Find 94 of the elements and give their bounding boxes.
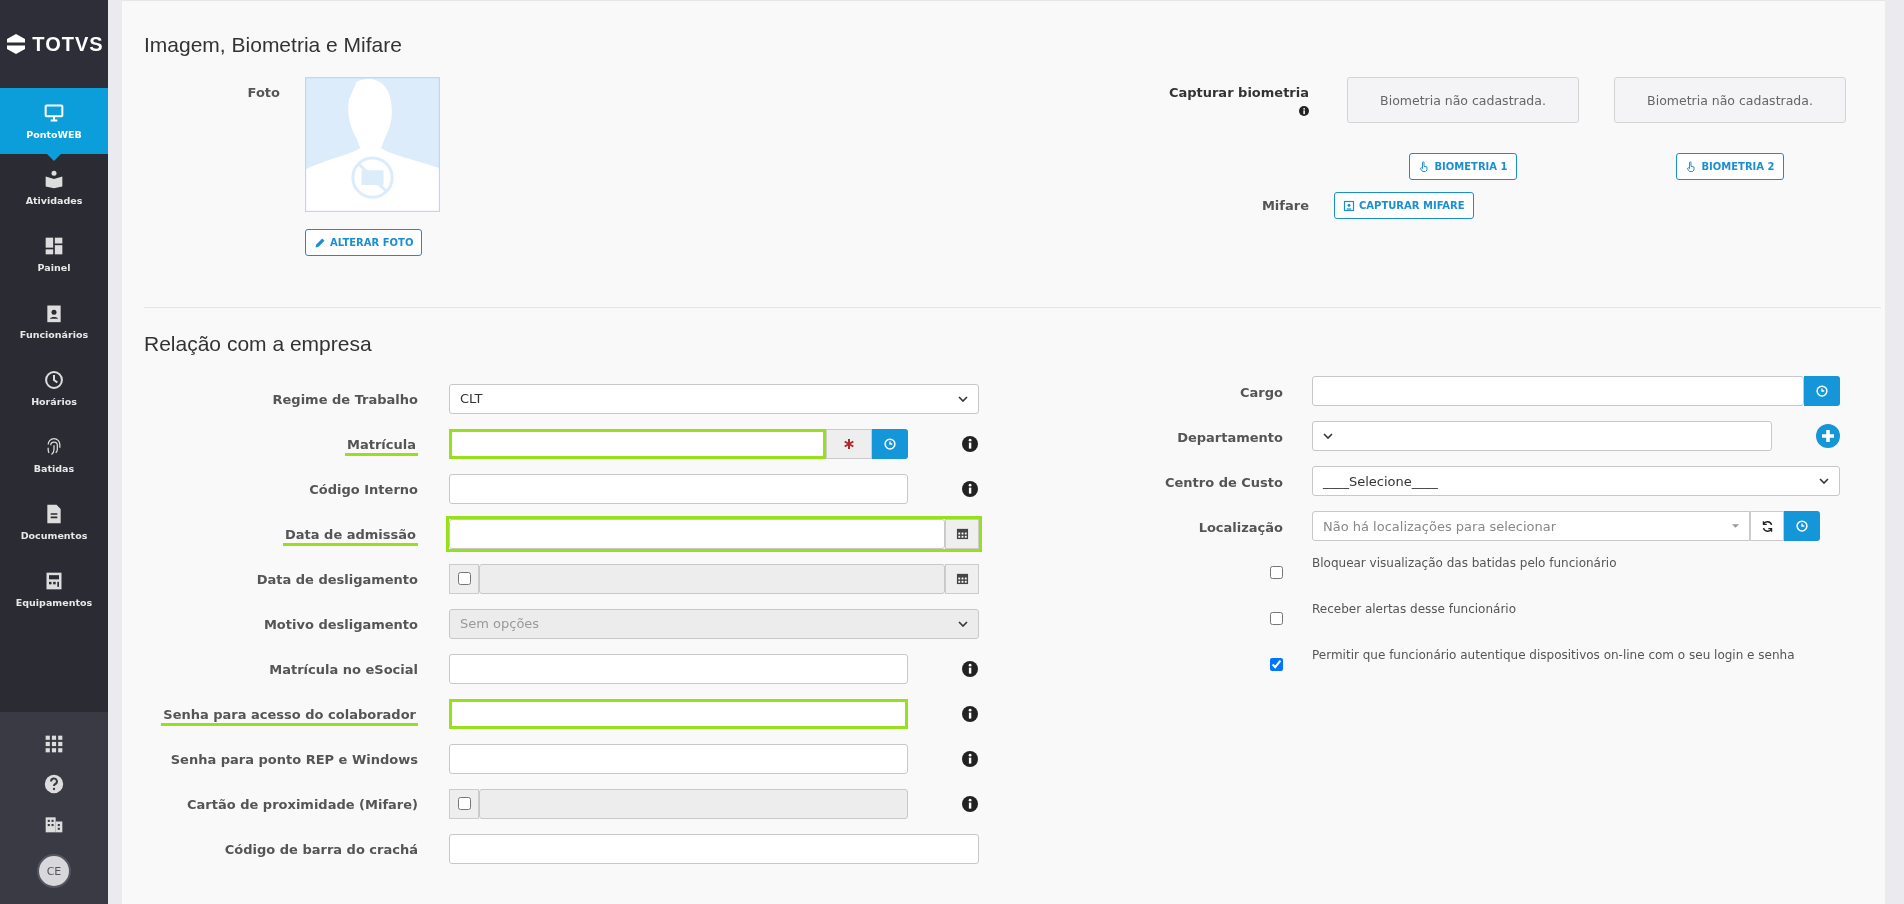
checkbox[interactable] (457, 572, 471, 585)
date-field[interactable] (449, 518, 945, 549)
select-field[interactable]: CLT (449, 383, 979, 414)
input-field[interactable] (449, 428, 826, 459)
calendar-icon (955, 572, 969, 585)
location-select[interactable]: Não há localizações para selecionar (1312, 511, 1750, 541)
pointing-hand-icon (1685, 160, 1698, 173)
book-icon (44, 169, 64, 189)
info-icon[interactable] (962, 480, 978, 497)
field-label: Localização (1198, 520, 1283, 535)
info-icon[interactable] (962, 660, 978, 677)
biometric-status: Biometria não cadastrada. (1347, 77, 1579, 123)
nav-item[interactable]: Documentos (0, 489, 108, 556)
capture-mifare-button[interactable]: CAPTURAR MIFARE (1334, 192, 1474, 219)
field-label: Código Interno (309, 482, 418, 497)
chevron-icon (1819, 478, 1829, 484)
checkbox[interactable] (1270, 658, 1283, 671)
info-icon[interactable] (962, 750, 978, 767)
pointing-hand-icon (1418, 160, 1431, 173)
chevron-icon (958, 395, 968, 402)
field-label: Departamento (1177, 430, 1283, 445)
info-icon[interactable] (962, 795, 978, 812)
field-label: Regime de Trabalho (272, 392, 418, 407)
input-field[interactable] (449, 698, 908, 729)
field-label: Motivo desligamento (263, 617, 418, 632)
dashboard-icon (44, 236, 64, 256)
pencil-icon (314, 236, 326, 249)
section-title: Relação com a empresa (144, 332, 373, 356)
nav-item[interactable]: Funcionários (0, 288, 108, 355)
field-label: Data de admissão (283, 527, 418, 546)
id-card-icon (1343, 199, 1355, 212)
field-label: Cargo (1240, 385, 1283, 400)
input-field[interactable] (1312, 376, 1804, 406)
user-avatar[interactable]: CE (37, 854, 71, 888)
monitor-icon (44, 102, 64, 123)
info-icon[interactable] (962, 435, 978, 452)
chevron-icon (958, 620, 968, 627)
history-button[interactable] (1804, 376, 1840, 406)
option-label: Receber alertas desse funcionário (1312, 602, 1517, 616)
field-label: Capturar biometria (1168, 85, 1309, 100)
clock-icon (1796, 520, 1808, 532)
asterisk-icon (844, 438, 854, 449)
field-label: Cartão de proximidade (Mifare) (187, 797, 418, 812)
field-label: Foto (246, 85, 280, 102)
info-icon[interactable] (962, 705, 978, 722)
calendar-icon (955, 527, 969, 540)
field-label: Senha para ponto REP e Windows (170, 752, 418, 767)
calendar-button[interactable] (945, 563, 979, 594)
add-icon[interactable] (1816, 424, 1840, 448)
field-label: Mifare (1260, 198, 1309, 213)
field-label: Data de desligamento (256, 572, 418, 587)
calendar-button[interactable] (945, 518, 979, 549)
field-label: Centro de Custo (1164, 475, 1283, 490)
checkbox[interactable] (457, 797, 471, 810)
field-label: Matrícula no eSocial (269, 662, 418, 677)
info-icon[interactable] (1299, 106, 1309, 116)
biometric-button[interactable]: BIOMETRIA 1 (1409, 153, 1517, 180)
grid-icon[interactable] (44, 734, 64, 754)
logo-text: TOTVS (32, 32, 104, 56)
change-photo-button[interactable]: ALTERAR FOTO (305, 229, 423, 256)
option-label: Permitir que funcionário autentique dispositivos on-line com o seu login e senha (1312, 648, 1795, 662)
refresh-button[interactable] (1750, 511, 1784, 541)
select-field[interactable]: ____Selecione____ (1312, 466, 1840, 496)
field-label: Senha para acesso do colaborador (161, 707, 418, 726)
help-icon[interactable] (44, 774, 64, 794)
history-button[interactable] (872, 428, 908, 459)
clock-icon (44, 370, 64, 390)
biometric-button[interactable]: BIOMETRIA 2 (1676, 153, 1784, 180)
checkbox[interactable] (1270, 566, 1283, 579)
document-icon (44, 504, 64, 524)
input-field[interactable] (449, 473, 908, 504)
field-label: Código de barra do crachá (224, 842, 418, 857)
input-field[interactable] (449, 743, 908, 774)
clock-icon (1816, 385, 1828, 397)
nav-item[interactable]: Batidas (0, 422, 108, 489)
device-icon (44, 571, 64, 591)
building-icon[interactable] (44, 814, 64, 834)
nav-item[interactable]: Atividades (0, 154, 108, 221)
input-field[interactable] (449, 833, 979, 864)
field-label: Matrícula (345, 437, 418, 456)
nav-item[interactable]: Equipamentos (0, 556, 108, 623)
checkbox[interactable] (1270, 612, 1283, 625)
input-field[interactable] (449, 653, 908, 684)
select-field[interactable] (1312, 421, 1772, 451)
chevron-icon (1323, 433, 1333, 439)
nav-item[interactable]: Painel (0, 221, 108, 288)
refresh-icon (1760, 519, 1774, 533)
biometric-status: Biometria não cadastrada. (1614, 77, 1846, 123)
caret-icon (1732, 524, 1739, 528)
nav-item[interactable]: Horários (0, 355, 108, 422)
option-label: Bloquear visualização das batidas pelo funcionário (1312, 556, 1617, 570)
clock-icon (884, 437, 896, 450)
badge-icon (44, 303, 64, 323)
section-title: Imagem, Biometria e Mifare (144, 33, 403, 57)
